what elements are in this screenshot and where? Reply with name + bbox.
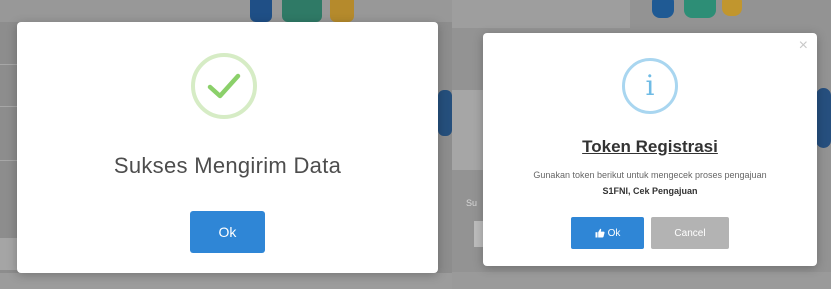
backdrop-illustration bbox=[652, 0, 674, 18]
token-dialog: × i Token Registrasi Gunakan token berik… bbox=[483, 33, 817, 266]
token-ok-label: Ok bbox=[607, 227, 621, 239]
success-dialog-title: Sukses Mengirim Data bbox=[113, 153, 342, 178]
backdrop-illustration bbox=[684, 0, 716, 18]
success-dialog: Sukses Mengirim Data Ok bbox=[17, 22, 438, 273]
checkmark-glyph bbox=[207, 73, 241, 99]
token-ok-button[interactable]: Ok bbox=[571, 217, 644, 249]
backdrop-illustration bbox=[330, 0, 354, 22]
backdrop-divider bbox=[0, 160, 17, 161]
token-dialog-message: Gunakan token berikut untuk mengecek pro… bbox=[533, 170, 767, 180]
info-icon: i bbox=[622, 58, 678, 114]
token-cancel-button[interactable]: Cancel bbox=[651, 217, 729, 249]
backdrop-field bbox=[0, 238, 17, 270]
thumbs-up-icon bbox=[595, 228, 605, 238]
success-ok-button[interactable]: Ok bbox=[190, 211, 265, 253]
backdrop-panel bbox=[452, 90, 483, 170]
backdrop-footer bbox=[452, 272, 831, 289]
token-line: S1FNI, Cek Pengajuan bbox=[483, 186, 817, 196]
backdrop-illustration bbox=[438, 90, 452, 136]
backdrop-illustration bbox=[722, 0, 742, 16]
backdrop-footer bbox=[0, 273, 452, 289]
check-icon bbox=[191, 53, 257, 119]
backdrop-illustration bbox=[282, 0, 322, 22]
backdrop-illustration bbox=[816, 88, 831, 148]
backdrop-panel bbox=[452, 0, 630, 28]
token-dialog-title: Token Registrasi bbox=[582, 137, 718, 156]
token-value: S1FNI bbox=[602, 186, 628, 196]
check-submission-link[interactable]: Cek Pengajuan bbox=[633, 186, 698, 196]
backdrop-illustration bbox=[250, 0, 272, 22]
backdrop-header bbox=[0, 0, 452, 22]
info-glyph: i bbox=[645, 69, 655, 102]
backdrop-divider bbox=[0, 64, 17, 65]
backdrop-divider bbox=[0, 106, 17, 107]
backdrop-label: Su bbox=[466, 198, 478, 208]
close-icon[interactable]: × bbox=[799, 38, 808, 54]
